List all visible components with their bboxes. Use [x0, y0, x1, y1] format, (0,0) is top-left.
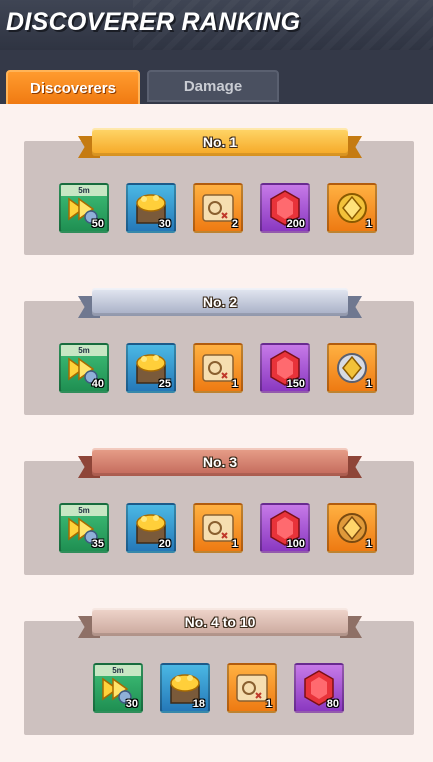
reward-item[interactable]: 1 [227, 663, 277, 713]
rank-ribbon-1: No. 1 [78, 128, 362, 160]
reward-item[interactable]: 1 [327, 343, 377, 393]
reward-quantity: 100 [286, 538, 305, 550]
reward-row-2: 5m 40 25 1 150 1 [59, 343, 377, 393]
reward-quantity: 35 [91, 538, 104, 550]
rank-ribbon-2: No. 2 [78, 288, 362, 320]
reward-quantity: 1 [231, 538, 238, 550]
reward-quantity: 1 [365, 378, 372, 390]
page-title: DISCOVERER RANKING [6, 8, 301, 36]
duration-tag: 5m [95, 665, 141, 676]
reward-item[interactable]: 1 [327, 183, 377, 233]
reward-quantity: 30 [125, 698, 138, 710]
reward-item[interactable]: 1 [193, 343, 243, 393]
reward-item[interactable]: 5m 40 [59, 343, 109, 393]
duration-tag: 5m [61, 505, 107, 516]
rank-label: No. 4 to 10 [184, 614, 256, 630]
reward-item[interactable]: 2 [193, 183, 243, 233]
reward-item[interactable]: 20 [126, 503, 176, 553]
rank-label: No. 2 [202, 294, 238, 310]
tab-discoverers[interactable]: Discoverers [6, 70, 140, 113]
reward-row-3: 5m 35 20 1 100 1 [59, 503, 377, 553]
reward-item[interactable]: 25 [126, 343, 176, 393]
reward-item[interactable]: 80 [294, 663, 344, 713]
ranking-list: No. 1 5m 50 30 2 200 1 No. 2 5m 40 25 1 … [0, 104, 433, 762]
duration-tag: 5m [61, 185, 107, 196]
reward-quantity: 200 [286, 218, 305, 230]
reward-row-1: 5m 50 30 2 200 1 [59, 183, 377, 233]
reward-item[interactable]: 1 [193, 503, 243, 553]
reward-row-4-10: 5m 30 18 1 80 [93, 663, 344, 713]
reward-quantity: 150 [286, 378, 305, 390]
reward-item[interactable]: 100 [260, 503, 310, 553]
header-bar: DISCOVERER RANKING [0, 0, 433, 50]
reward-quantity: 1 [365, 538, 372, 550]
reward-item[interactable]: 5m 50 [59, 183, 109, 233]
rank-ribbon-4-10: No. 4 to 10 [78, 608, 362, 640]
reward-quantity: 50 [91, 218, 104, 230]
tab-bar: Discoverers Damage [0, 50, 433, 113]
reward-item[interactable]: 150 [260, 343, 310, 393]
reward-item[interactable]: 30 [126, 183, 176, 233]
reward-quantity: 1 [231, 378, 238, 390]
reward-quantity: 2 [231, 218, 238, 230]
duration-tag: 5m [61, 345, 107, 356]
reward-item[interactable]: 1 [327, 503, 377, 553]
reward-item[interactable]: 5m 35 [59, 503, 109, 553]
reward-quantity: 1 [365, 218, 372, 230]
reward-quantity: 1 [265, 698, 272, 710]
reward-quantity: 18 [192, 698, 205, 710]
rank-ribbon-3: No. 3 [78, 448, 362, 480]
reward-quantity: 25 [158, 378, 171, 390]
reward-item[interactable]: 5m 30 [93, 663, 143, 713]
tab-damage[interactable]: Damage [147, 70, 279, 102]
reward-item[interactable]: 18 [160, 663, 210, 713]
reward-quantity: 80 [326, 698, 339, 710]
rank-label: No. 3 [202, 454, 238, 470]
reward-quantity: 20 [158, 538, 171, 550]
reward-quantity: 40 [91, 378, 104, 390]
rank-label: No. 1 [202, 134, 238, 150]
reward-quantity: 30 [158, 218, 171, 230]
reward-item[interactable]: 200 [260, 183, 310, 233]
